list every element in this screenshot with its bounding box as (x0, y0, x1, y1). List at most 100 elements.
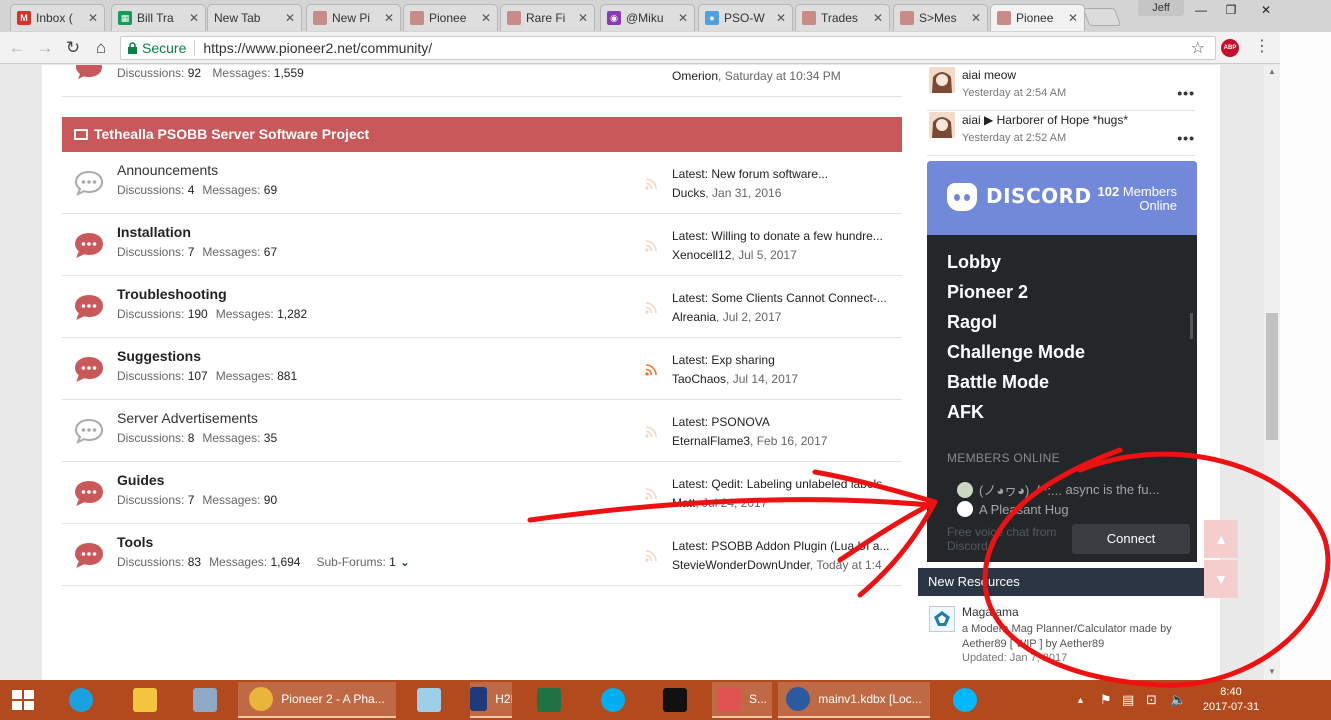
taskbar-item[interactable] (946, 682, 984, 718)
show-hidden-icons-icon[interactable]: ▲ (1076, 680, 1085, 720)
browser-tab[interactable]: S>Mes ✕ (893, 4, 988, 31)
forum-title[interactable]: Tools (117, 534, 153, 550)
taskbar-item[interactable]: S... (712, 682, 772, 718)
scroll-to-top-button[interactable]: ▲ (1204, 520, 1238, 558)
browser-tab[interactable]: Pionee ✕ (403, 4, 498, 31)
browser-tab[interactable]: ◉ @Miku ✕ (600, 4, 695, 31)
forum-row[interactable]: Server Advertisements Discussions: 8 Messa… (62, 400, 902, 462)
latest-post[interactable]: Latest: PSOBB Addon Plugin (Lua UI a... (672, 539, 902, 553)
chevron-down-icon[interactable]: ⌄ (400, 555, 410, 569)
discord-channel[interactable]: Challenge Mode (947, 342, 1085, 363)
taskbar-item[interactable] (62, 682, 100, 718)
discord-channel[interactable]: Pioneer 2 (947, 282, 1028, 303)
activity-item[interactable]: aiai meow Yesterday at 2:54 AM ••• (927, 67, 1195, 111)
close-tab-icon[interactable]: ✕ (578, 11, 588, 25)
close-tab-icon[interactable]: ✕ (1068, 11, 1078, 25)
taskbar-item[interactable] (126, 682, 164, 718)
browser-menu-icon[interactable]: ⋮ (1254, 38, 1270, 56)
more-options-icon[interactable]: ••• (1177, 85, 1195, 101)
clock[interactable]: 8:40 2017-07-31 (1196, 685, 1266, 715)
profile-button[interactable]: Jeff (1138, 0, 1184, 16)
forum-title[interactable]: Suggestions (117, 348, 201, 364)
reload-icon[interactable]: ↻ (62, 38, 84, 58)
latest-post[interactable]: Latest: Exp sharing (672, 353, 902, 367)
discord-channel[interactable]: Ragol (947, 312, 997, 333)
latest-post[interactable]: Latest: New forum software... (672, 167, 902, 181)
scrollbar-thumb[interactable] (1266, 313, 1278, 440)
activity-user[interactable]: aiai (962, 113, 981, 127)
close-tab-icon[interactable]: ✕ (776, 11, 786, 25)
close-tab-icon[interactable]: ✕ (285, 11, 295, 25)
avatar[interactable] (929, 112, 955, 138)
discord-member[interactable]: A Pleasant Hug (957, 501, 1069, 517)
connect-button[interactable]: Connect (1072, 524, 1190, 554)
taskbar-item[interactable] (592, 682, 634, 718)
browser-tab[interactable]: Pionee ✕ (990, 4, 1085, 31)
forum-title[interactable]: Server Advertisements (117, 410, 258, 426)
restore-button[interactable]: ❐ (1216, 0, 1246, 20)
battery-icon[interactable]: ▤ (1122, 680, 1134, 720)
latest-post[interactable]: Latest: Qedit: Labeling unlabeled labels (672, 477, 902, 491)
browser-tab[interactable]: New Tab ✕ (207, 4, 302, 31)
close-tab-icon[interactable]: ✕ (189, 11, 199, 25)
taskbar-item[interactable]: Pioneer 2 - A Pha... (238, 682, 396, 718)
taskbar-item[interactable] (410, 682, 448, 718)
browser-tab[interactable]: ▦ Bill Tra ✕ (111, 4, 206, 31)
resource-title[interactable]: Magatama (962, 605, 1019, 619)
close-tab-icon[interactable]: ✕ (384, 11, 394, 25)
browser-tab[interactable]: Rare Fi ✕ (500, 4, 595, 31)
discord-member[interactable]: (ノ◕ヮ◕)ノ*:... async is the fu... (957, 480, 1159, 499)
page-scrollbar[interactable]: ▲ ▼ (1264, 65, 1280, 680)
discord-channel[interactable]: Battle Mode (947, 372, 1049, 393)
activity-user[interactable]: aiai (962, 68, 981, 82)
more-options-icon[interactable]: ••• (1177, 130, 1195, 146)
address-bar[interactable]: Secure https://www.pioneer2.net/communit… (120, 36, 1216, 60)
forum-row[interactable]: Tools Discussions: 83 Messages: 1,694 Sub-F… (62, 524, 902, 586)
scroll-to-bottom-button[interactable]: ▼ (1204, 560, 1238, 598)
close-tab-icon[interactable]: ✕ (678, 11, 688, 25)
activity-text[interactable]: Harborer of Hope *hugs* (997, 113, 1128, 127)
url-text[interactable]: https://www.pioneer2.net/community/ (203, 40, 432, 56)
close-tab-icon[interactable]: ✕ (481, 11, 491, 25)
browser-tab[interactable]: ● PSO-W ✕ (698, 4, 793, 31)
category-header[interactable]: Tethealla PSOBB Server Software Project (62, 117, 902, 152)
minimize-button[interactable]: — (1186, 0, 1216, 20)
latest-post[interactable]: Latest: PSONOVA (672, 415, 902, 429)
taskbar-item[interactable] (528, 682, 570, 718)
discord-scrollbar[interactable] (1190, 313, 1193, 339)
network-icon[interactable]: ⊡ (1146, 680, 1157, 720)
discord-channel[interactable]: Lobby (947, 252, 1001, 273)
forum-title[interactable]: Announcements (117, 162, 218, 178)
back-arrow-icon[interactable]: ← (6, 38, 28, 58)
close-tab-icon[interactable]: ✕ (88, 11, 98, 25)
adblock-icon[interactable]: ABP (1221, 39, 1239, 57)
latest-post[interactable]: Latest: Some Clients Cannot Connect-... (672, 291, 902, 305)
taskbar-item[interactable]: mainv1.kdbx [Loc... (778, 682, 930, 718)
forum-row[interactable]: Announcements Discussions: 4 Messages: 69 L… (62, 152, 902, 214)
forward-arrow-icon[interactable]: → (34, 38, 56, 58)
bookmark-star-icon[interactable]: ☆ (1191, 38, 1205, 58)
forum-title[interactable]: Troubleshooting (117, 286, 227, 302)
close-tab-icon[interactable]: ✕ (971, 11, 981, 25)
forum-title[interactable]: Installation (117, 224, 191, 240)
forum-row[interactable]: Suggestions Discussions: 107 Messages: 881… (62, 338, 902, 400)
latest-post[interactable]: Latest: Willing to donate a few hundre..… (672, 229, 902, 243)
activity-item[interactable]: aiai ▶ Harborer of Hope *hugs* Yesterday… (927, 112, 1195, 156)
forum-row-top[interactable]: Discussions: 92 Messages: 1,559 Omerion,… (62, 65, 902, 97)
taskbar-item[interactable]: H2K (470, 682, 512, 718)
scroll-down-arrow-icon[interactable]: ▼ (1264, 665, 1280, 679)
home-icon[interactable]: ⌂ (90, 38, 112, 58)
action-center-flag-icon[interactable]: ⚑ (1100, 680, 1112, 720)
taskbar-item[interactable] (186, 682, 224, 718)
volume-icon[interactable]: 🔈 (1170, 680, 1186, 720)
avatar[interactable] (929, 67, 955, 93)
forum-row[interactable]: Guides Discussions: 7 Messages: 90 Latest: … (62, 462, 902, 524)
browser-tab[interactable]: New Pi ✕ (306, 4, 401, 31)
windows-start-icon[interactable] (12, 690, 34, 710)
new-tab-button[interactable] (1082, 8, 1122, 26)
forum-row[interactable]: Installation Discussions: 7 Messages: 67 La… (62, 214, 902, 276)
close-tab-icon[interactable]: ✕ (873, 11, 883, 25)
browser-tab[interactable]: M Inbox (✕ (10, 4, 105, 31)
scroll-up-arrow-icon[interactable]: ▲ (1264, 65, 1280, 79)
forum-title[interactable]: Guides (117, 472, 164, 488)
